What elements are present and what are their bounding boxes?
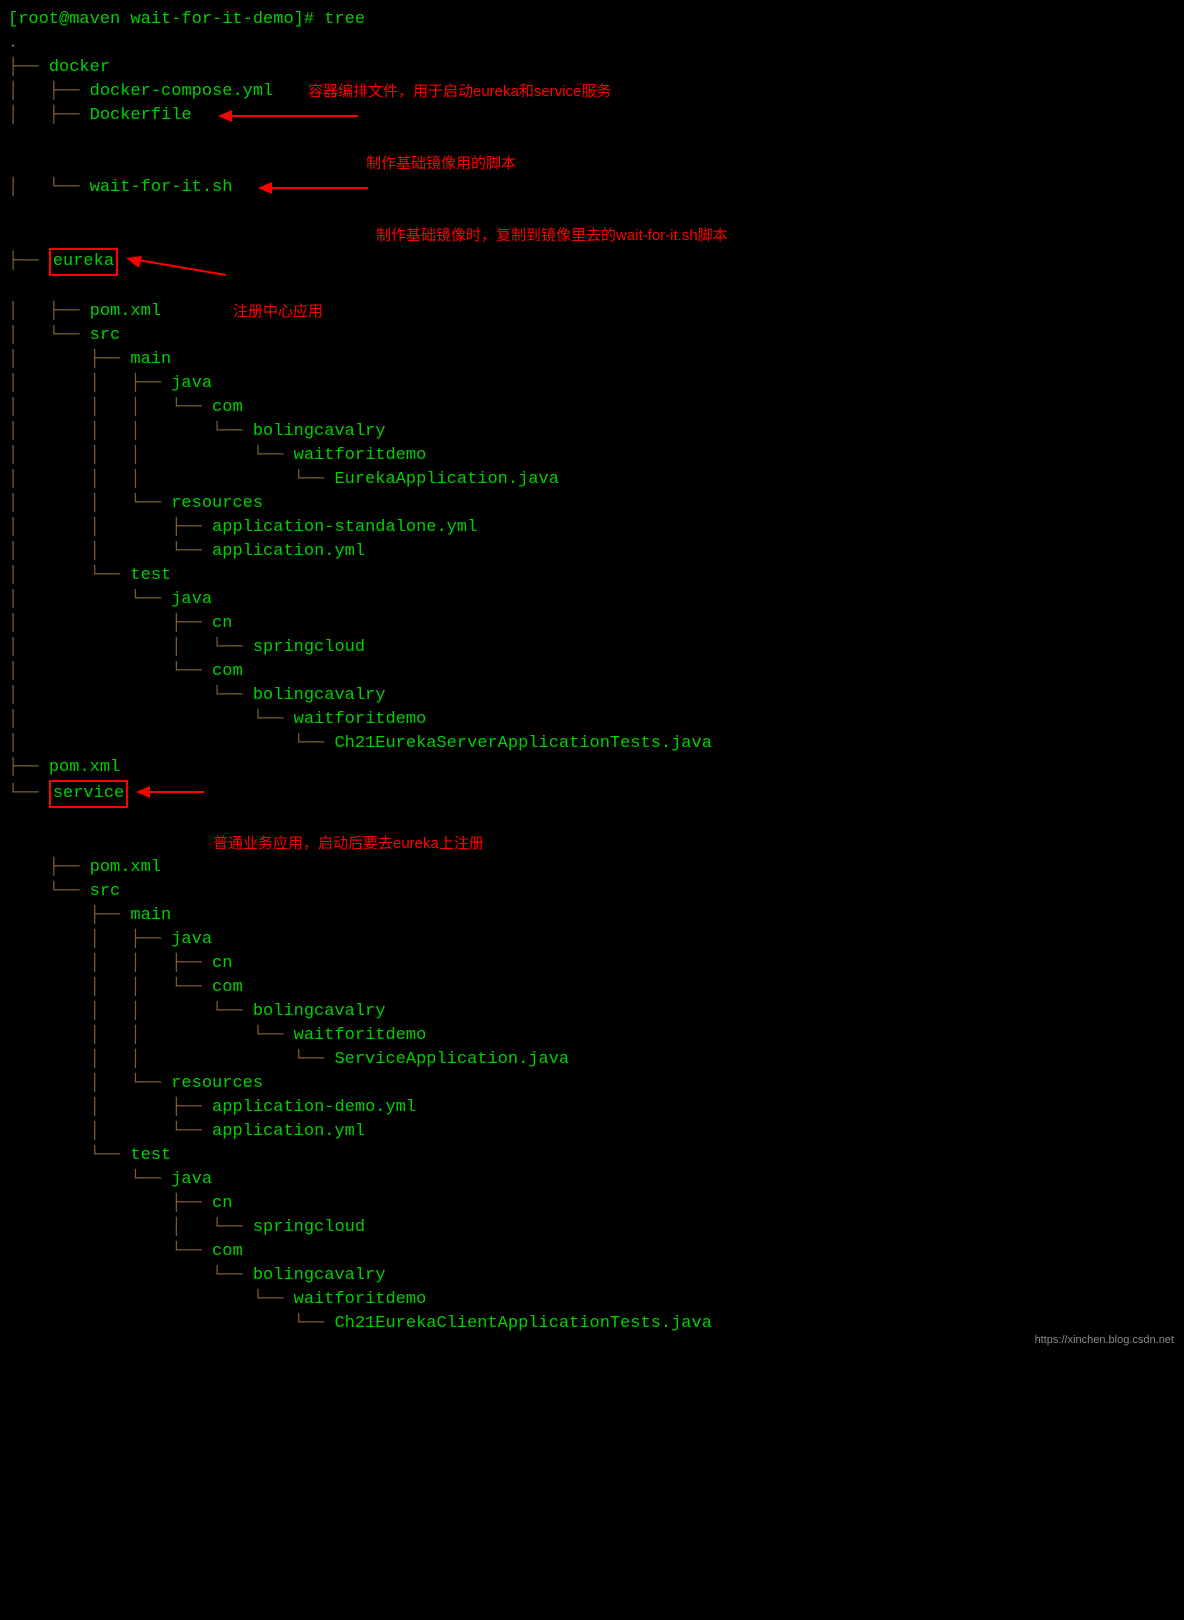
arrow-icon xyxy=(136,783,204,801)
tree-service-app-yml: │ └── application.yml xyxy=(8,1120,1176,1144)
tree-eureka-main: │ ├── main xyxy=(8,348,1176,372)
highlight-box-service: service xyxy=(49,780,128,808)
tree-eureka-main-com: │ │ │ └── com xyxy=(8,396,1176,420)
tree-service-test-springcloud: │ └── springcloud xyxy=(8,1216,1176,1240)
tree-eureka-main-wfd: │ │ │ └── waitforitdemo xyxy=(8,444,1176,468)
shell-prompt: [root@maven wait-for-it-demo]# tree xyxy=(8,8,1176,32)
tree-eureka-app-yml: │ │ └── application.yml xyxy=(8,540,1176,564)
tree-eureka-main-bc: │ │ │ └── bolingcavalry xyxy=(8,420,1176,444)
tree-eureka-src: │ └── src xyxy=(8,324,1176,348)
annotation-service: 普通业务应用，启动后要去eureka上注册 xyxy=(213,832,484,856)
tree-service-pom: ├── pom.xml xyxy=(8,856,1176,880)
annotation-dockerfile: 制作基础镜像用的脚本 xyxy=(366,152,516,176)
tree-service-test-java: └── java xyxy=(8,1168,1176,1192)
tree-service-test-wfd: └── waitforitdemo xyxy=(8,1288,1176,1312)
highlight-box-eureka: eureka xyxy=(49,248,118,276)
tree-service-main-bc: │ │ └── bolingcavalry xyxy=(8,1000,1176,1024)
tree-service-main-java: │ ├── java xyxy=(8,928,1176,952)
watermark: https://xinchen.blog.csdn.net xyxy=(1035,1328,1174,1352)
tree-docker-dir: ├── docker xyxy=(8,56,1176,80)
tree-service-main-wfd: │ │ └── waitforitdemo xyxy=(8,1024,1176,1048)
tree-service-test-bc: └── bolingcavalry xyxy=(8,1264,1176,1288)
tree-service-main: ├── main xyxy=(8,904,1176,928)
terminal-output: [root@maven wait-for-it-demo]# tree . ├─… xyxy=(8,8,1176,1336)
tree-wait-for-it: │ └── wait-for-it.sh 制作基础镜像时，复制到镜像里去的wai… xyxy=(8,176,1176,248)
tree-service-dir: └── service 普通业务应用，启动后要去eureka上注册 xyxy=(8,780,1176,856)
annotation-compose: 容器编排文件，用于启动eureka和service服务 xyxy=(308,80,611,104)
tree-service-main-cn: │ │ ├── cn xyxy=(8,952,1176,976)
arrow-icon xyxy=(258,179,368,197)
tree-root-dot: . xyxy=(8,32,1176,56)
tree-service-test: └── test xyxy=(8,1144,1176,1168)
tree-eureka-app-standalone: │ │ ├── application-standalone.yml xyxy=(8,516,1176,540)
tree-root-pom: ├── pom.xml xyxy=(8,756,1176,780)
tree-eureka-test-cn: │ ├── cn xyxy=(8,612,1176,636)
tree-eureka-test-bc: │ └── bolingcavalry xyxy=(8,684,1176,708)
annotation-eureka: 注册中心应用 xyxy=(233,300,323,324)
tree-docker-compose: │ ├── docker-compose.yml容器编排文件，用于启动eurek… xyxy=(8,80,1176,104)
tree-eureka-test-com: │ └── com xyxy=(8,660,1176,684)
tree-eureka-resources: │ │ └── resources xyxy=(8,492,1176,516)
tree-service-src: └── src xyxy=(8,880,1176,904)
arrow-icon xyxy=(126,251,226,281)
tree-eureka-test: │ └── test xyxy=(8,564,1176,588)
tree-eureka-main-java: │ │ ├── java xyxy=(8,372,1176,396)
tree-eureka-dir: ├── eureka xyxy=(8,248,1176,300)
tree-eureka-test-java: │ └── java xyxy=(8,588,1176,612)
tree-service-app: │ │ └── ServiceApplication.java xyxy=(8,1048,1176,1072)
tree-eureka-test-springcloud: │ │ └── springcloud xyxy=(8,636,1176,660)
tree-eureka-app: │ │ │ └── EurekaApplication.java xyxy=(8,468,1176,492)
tree-eureka-pom: │ ├── pom.xml注册中心应用 xyxy=(8,300,1176,324)
tree-service-test-class: └── Ch21EurekaClientApplicationTests.jav… xyxy=(8,1312,1176,1336)
annotation-wait-for-it: 制作基础镜像时，复制到镜像里去的wait-for-it.sh脚本 xyxy=(376,224,728,248)
tree-service-test-com: └── com xyxy=(8,1240,1176,1264)
tree-service-main-com: │ │ └── com xyxy=(8,976,1176,1000)
tree-service-app-demo: │ ├── application-demo.yml xyxy=(8,1096,1176,1120)
tree-eureka-test-class: │ └── Ch21EurekaServerApplicationTests.j… xyxy=(8,732,1176,756)
tree-dockerfile: │ ├── Dockerfile 制作基础镜像用的脚本 xyxy=(8,104,1176,176)
tree-service-resources: │ └── resources xyxy=(8,1072,1176,1096)
tree-service-test-cn: ├── cn xyxy=(8,1192,1176,1216)
arrow-icon xyxy=(218,107,358,125)
tree-eureka-test-wfd: │ └── waitforitdemo xyxy=(8,708,1176,732)
